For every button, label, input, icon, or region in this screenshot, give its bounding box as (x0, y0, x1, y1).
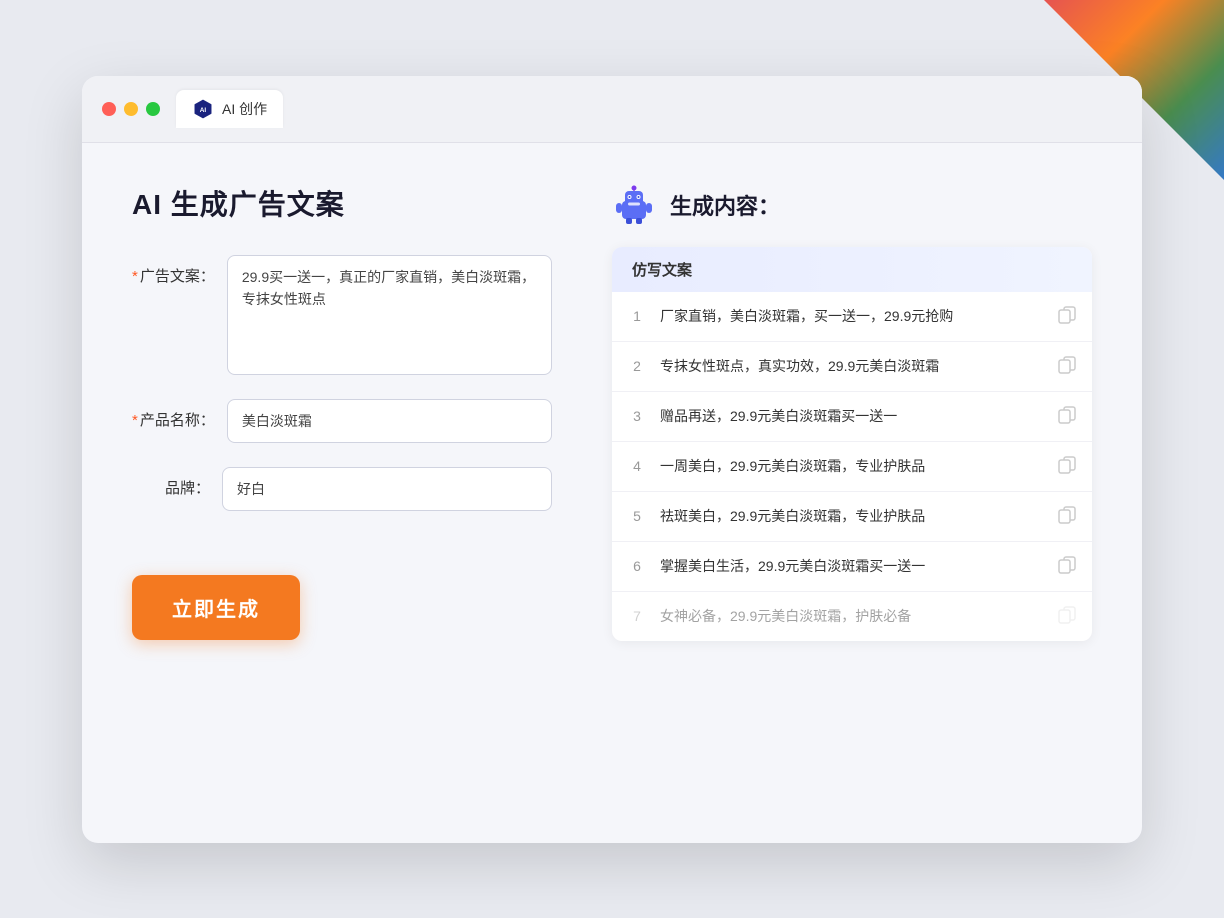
robot-icon (612, 183, 656, 227)
table-row: 7 女神必备，29.9元美白淡斑霜，护肤必备 (612, 592, 1092, 641)
product-name-input[interactable] (227, 399, 552, 443)
row-number: 6 (628, 558, 646, 574)
close-button[interactable] (102, 102, 116, 116)
copy-button[interactable] (1058, 506, 1076, 527)
ad-copy-label: *广告文案： (132, 255, 227, 286)
window-controls (102, 102, 160, 116)
maximize-button[interactable] (146, 102, 160, 116)
row-number: 1 (628, 308, 646, 324)
row-number: 7 (628, 608, 646, 624)
table-row: 2 专抹女性斑点，真实功效，29.9元美白淡斑霜 (612, 342, 1092, 392)
copy-button[interactable] (1058, 456, 1076, 477)
right-panel: 生成内容： 仿写文案 1 厂家直销，美白淡斑霜，买一送一，29.9元抢购 2 专抹女… (612, 183, 1092, 803)
ad-copy-group: *广告文案： (132, 255, 552, 375)
row-number: 5 (628, 508, 646, 524)
page-title: AI 生成广告文案 (132, 183, 552, 223)
tab-label: AI 创作 (222, 99, 267, 119)
row-number: 4 (628, 458, 646, 474)
title-bar: AI AI 创作 (82, 76, 1142, 143)
result-rows-container: 1 厂家直销，美白淡斑霜，买一送一，29.9元抢购 2 专抹女性斑点，真实功效，29… (612, 292, 1092, 641)
result-header: 生成内容： (612, 183, 1092, 227)
product-name-label: *产品名称： (132, 399, 227, 430)
copy-button[interactable] (1058, 356, 1076, 377)
row-number: 2 (628, 358, 646, 374)
generate-button[interactable]: 立即生成 (132, 575, 300, 640)
row-number: 3 (628, 408, 646, 424)
ad-copy-input[interactable] (227, 255, 552, 375)
table-header: 仿写文案 (612, 247, 1092, 292)
table-row: 5 祛斑美白，29.9元美白淡斑霜，专业护肤品 (612, 492, 1092, 542)
minimize-button[interactable] (124, 102, 138, 116)
row-text: 专抹女性斑点，真实功效，29.9元美白淡斑霜 (660, 356, 1044, 377)
copy-button[interactable] (1058, 406, 1076, 427)
copy-button[interactable] (1058, 606, 1076, 627)
result-title: 生成内容： (670, 189, 780, 221)
table-row: 1 厂家直销，美白淡斑霜，买一送一，29.9元抢购 (612, 292, 1092, 342)
row-text: 一周美白，29.9元美白淡斑霜，专业护肤品 (660, 456, 1044, 477)
product-name-group: *产品名称： (132, 399, 552, 443)
brand-group: 品牌： (132, 467, 552, 511)
table-row: 6 掌握美白生活，29.9元美白淡斑霜买一送一 (612, 542, 1092, 592)
row-text: 掌握美白生活，29.9元美白淡斑霜买一送一 (660, 556, 1044, 577)
table-row: 4 一周美白，29.9元美白淡斑霜，专业护肤品 (612, 442, 1092, 492)
ai-tab[interactable]: AI AI 创作 (176, 90, 283, 128)
ai-tab-icon: AI (192, 98, 214, 120)
browser-window: AI AI 创作 AI 生成广告文案 *广告文案： *产品名称： (82, 76, 1142, 843)
brand-input[interactable] (222, 467, 552, 511)
row-text: 祛斑美白，29.9元美白淡斑霜，专业护肤品 (660, 506, 1044, 527)
left-panel: AI 生成广告文案 *广告文案： *产品名称： 品牌： 立即生成 (132, 183, 552, 803)
row-text: 厂家直销，美白淡斑霜，买一送一，29.9元抢购 (660, 306, 1044, 327)
svg-text:AI: AI (200, 107, 207, 114)
row-text: 赠品再送，29.9元美白淡斑霜买一送一 (660, 406, 1044, 427)
copy-button[interactable] (1058, 306, 1076, 327)
main-content: AI 生成广告文案 *广告文案： *产品名称： 品牌： 立即生成 (82, 143, 1142, 843)
required-star-2: * (132, 412, 138, 429)
brand-label: 品牌： (132, 467, 222, 498)
result-table: 仿写文案 1 厂家直销，美白淡斑霜，买一送一，29.9元抢购 2 专抹女性斑点，真实… (612, 247, 1092, 641)
table-row: 3 赠品再送，29.9元美白淡斑霜买一送一 (612, 392, 1092, 442)
row-text: 女神必备，29.9元美白淡斑霜，护肤必备 (660, 606, 1044, 627)
required-star-1: * (132, 268, 138, 285)
copy-button[interactable] (1058, 556, 1076, 577)
